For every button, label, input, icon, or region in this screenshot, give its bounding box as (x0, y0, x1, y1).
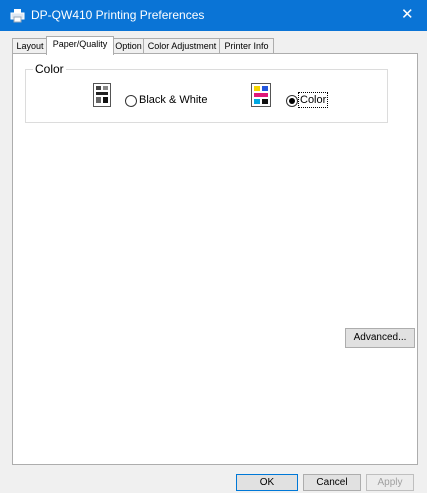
title-bar: DP-QW410 Printing Preferences ✕ (0, 0, 427, 31)
close-button[interactable]: ✕ (387, 0, 427, 31)
tab-option[interactable]: Option (112, 38, 145, 54)
window-title: DP-QW410 Printing Preferences (31, 8, 205, 22)
tab-color-adjustment[interactable]: Color Adjustment (143, 38, 221, 54)
black-white-label[interactable]: Black & White (139, 94, 207, 106)
tab-panel: Color Advanced... (12, 53, 418, 465)
tab-layout[interactable]: Layout (12, 38, 48, 54)
color-group-legend: Color (33, 62, 66, 76)
apply-button[interactable]: Apply (366, 474, 414, 491)
printer-icon (10, 9, 25, 23)
tab-printer-info[interactable]: Printer Info (219, 38, 274, 54)
color-label[interactable]: Color (297, 92, 329, 108)
black-white-radio[interactable] (125, 95, 137, 107)
advanced-button[interactable]: Advanced... (345, 328, 415, 348)
black-white-page-icon[interactable] (93, 83, 111, 107)
color-page-icon[interactable] (251, 83, 271, 107)
ok-button[interactable]: OK (236, 474, 298, 491)
cancel-button[interactable]: Cancel (303, 474, 361, 491)
color-radio[interactable] (286, 95, 298, 107)
close-icon: ✕ (401, 6, 414, 23)
tab-paper-quality[interactable]: Paper/Quality (46, 36, 114, 55)
